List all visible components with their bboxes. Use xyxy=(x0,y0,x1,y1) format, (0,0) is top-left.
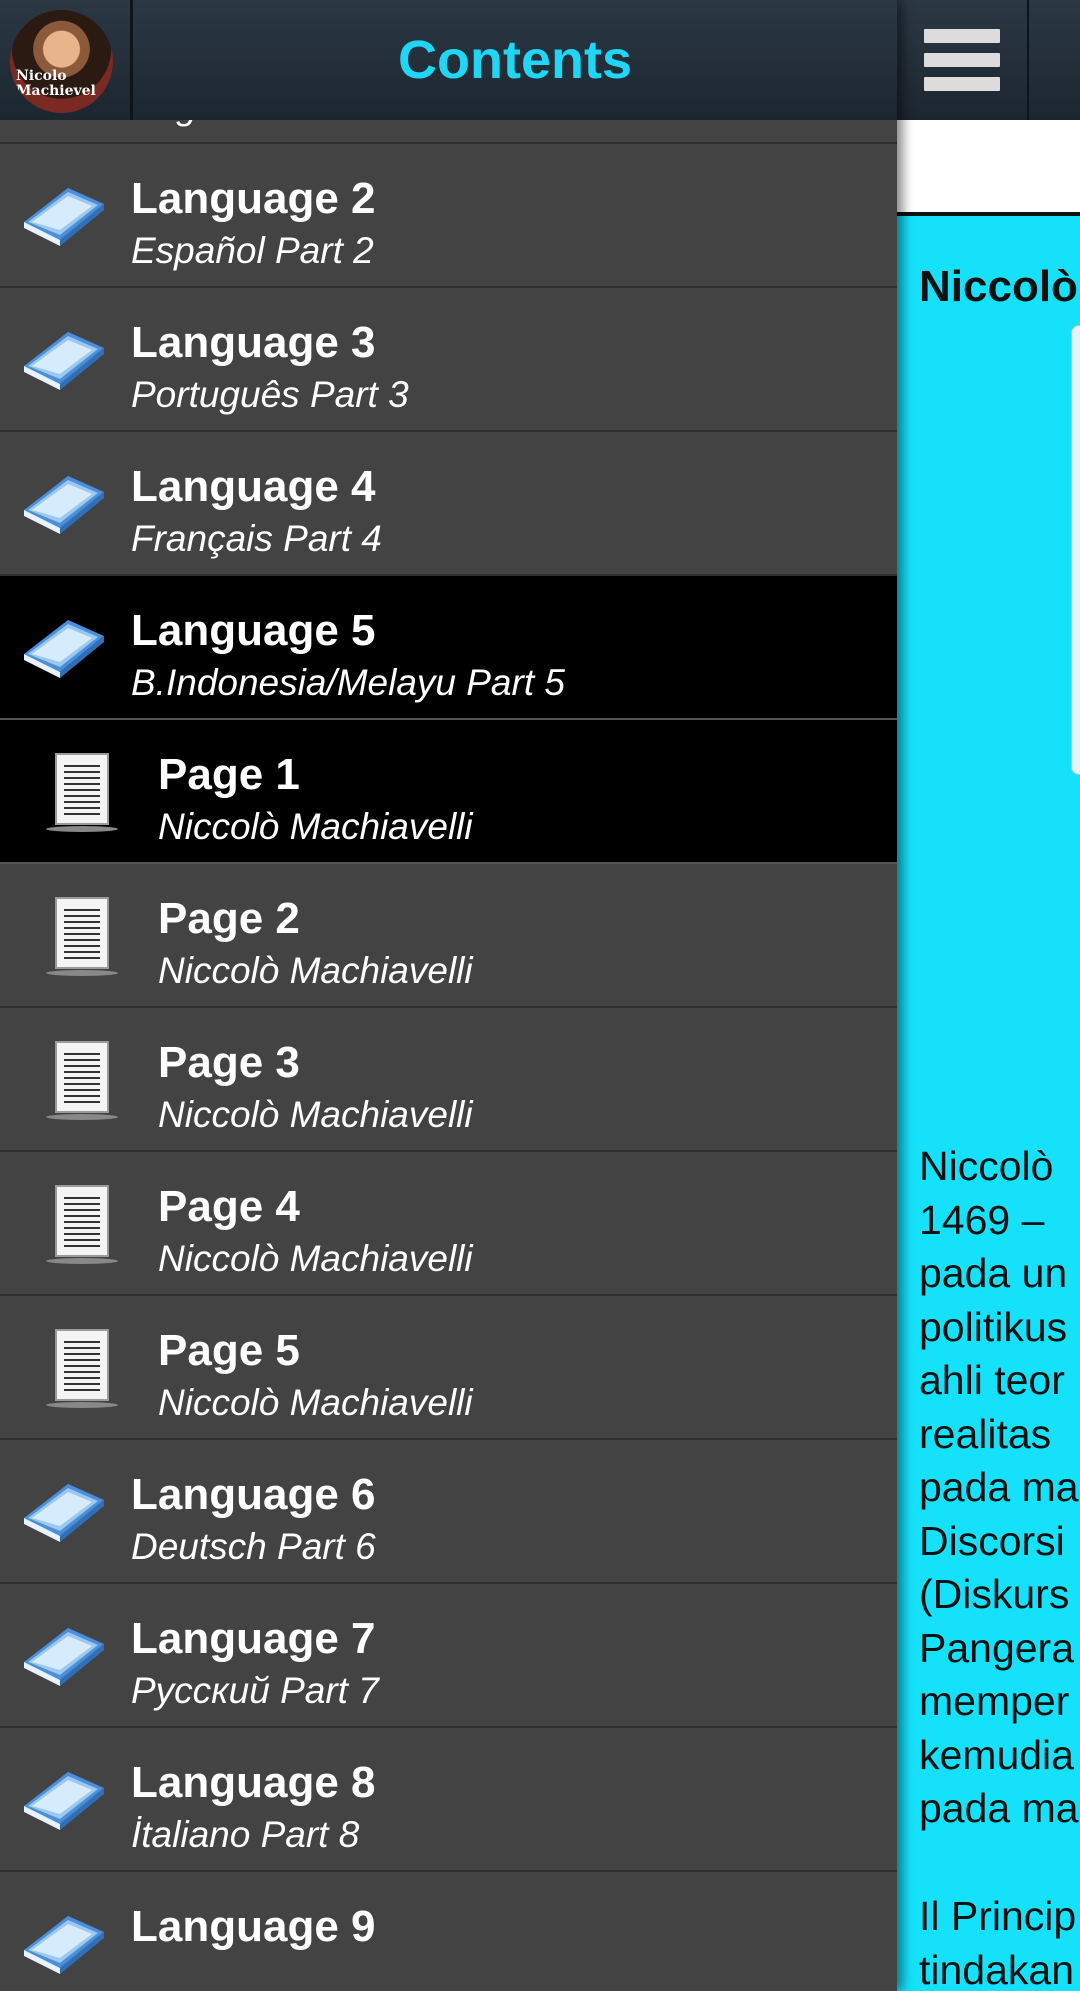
book-icon xyxy=(20,1622,106,1690)
language-item[interactable]: Language 7 Русский Part 7 xyxy=(0,1584,897,1728)
paragraph-line: Il Princip xyxy=(919,1893,1077,1939)
book-icon xyxy=(20,1478,106,1546)
book-icon xyxy=(20,326,106,394)
content-page: Niccolò Niccolò 1469 – pada un politikus ahl… xyxy=(897,0,1080,1991)
hamburger-menu-icon xyxy=(924,19,1000,101)
document-icon xyxy=(44,894,124,980)
item-title: Page 3 xyxy=(158,1038,300,1087)
document-icon xyxy=(44,1326,124,1412)
menu-button[interactable] xyxy=(897,0,1029,120)
paragraph-line: Discorsi xyxy=(919,1517,1065,1564)
avatar[interactable]: Nicolo Machievel xyxy=(10,10,113,113)
item-subtitle: İtaliano Part 8 xyxy=(131,1814,360,1855)
content-toolbar xyxy=(897,0,1080,120)
item-title: Page 4 xyxy=(158,1182,300,1231)
document-icon xyxy=(44,1038,124,1124)
paragraph-line: pada un xyxy=(919,1250,1068,1296)
item-title: Page 2 xyxy=(158,894,300,943)
item-subtitle: Français Part 4 xyxy=(131,518,382,559)
item-title: Language 4 xyxy=(131,462,376,511)
item-subtitle: B.Indonesia/Melayu Part 5 xyxy=(131,662,565,703)
page-item[interactable]: Page 5 Niccolò Machiavelli xyxy=(0,1296,897,1440)
item-title: Language 7 xyxy=(131,1614,376,1663)
paragraph-line: kemudia xyxy=(919,1731,1074,1778)
item-title: Language 3 xyxy=(131,318,376,367)
book-icon xyxy=(20,614,106,682)
paragraph-line: pada ma xyxy=(919,1464,1079,1510)
page-item[interactable]: Page 2 Niccolò Machiavelli xyxy=(0,864,897,1008)
item-subtitle: Niccolò Machiavelli xyxy=(158,1382,473,1423)
paragraph-line: realitas xyxy=(919,1410,1052,1457)
paragraph-line: 1469 – xyxy=(919,1196,1045,1243)
language-item[interactable]: Language 2 Español Part 2 xyxy=(0,144,897,288)
paragraph-line: Niccolò xyxy=(919,1143,1054,1189)
language-item[interactable]: Language 5 B.Indonesia/Melayu Part 5 xyxy=(0,576,897,720)
content-paragraph-1: Niccolò 1469 – pada un politikus ahli teor re… xyxy=(919,1140,1080,1836)
language-item[interactable]: Language 3 Português Part 3 xyxy=(0,288,897,432)
item-subtitle: Niccolò Machiavelli xyxy=(158,950,473,991)
language-item[interactable]: Language 4 Français Part 4 xyxy=(0,432,897,576)
item-title: Page 1 xyxy=(158,750,300,799)
drawer-header: Nicolo Machievel Contents xyxy=(0,0,897,120)
paragraph-line: ahli teor xyxy=(919,1357,1065,1403)
item-subtitle: Niccolò Machiavelli xyxy=(158,1094,473,1135)
item-title: Language 5 xyxy=(131,606,376,655)
item-subtitle: Русский Part 7 xyxy=(131,1670,379,1711)
language-item[interactable]: Language 9Part 9 عربي xyxy=(0,1872,897,1991)
language-item[interactable]: Language 8 İtaliano Part 8 xyxy=(0,1728,897,1872)
item-title: Language 2 xyxy=(131,174,376,223)
navigation-drawer: English Part 1 Language 2Español Part 2 … xyxy=(0,0,897,1991)
item-subtitle: Niccolò Machiavelli xyxy=(158,806,473,847)
portrait-image xyxy=(1071,325,1080,775)
content-paragraph-2: Il Princip tindakan xyxy=(919,1890,1080,1991)
paragraph-line: pada ma xyxy=(919,1785,1079,1831)
page-item[interactable]: Page 1 Niccolò Machiavelli xyxy=(0,720,897,864)
item-title: Language 8 xyxy=(131,1758,376,1807)
paragraph-line: tindakan xyxy=(919,1946,1075,1991)
page-title: Contents xyxy=(398,30,632,90)
book-icon xyxy=(20,470,106,538)
item-title: Page 5 xyxy=(158,1326,300,1375)
item-subtitle: Niccolò Machiavelli xyxy=(158,1238,473,1279)
language-item[interactable]: Language 6 Deutsch Part 6 xyxy=(0,1440,897,1584)
paragraph-line: politikus xyxy=(919,1303,1068,1350)
item-subtitle: Español Part 2 xyxy=(131,230,374,271)
item-title: Language 9 xyxy=(131,1902,376,1951)
page-item[interactable]: Page 3 Niccolò Machiavelli xyxy=(0,1008,897,1152)
item-subtitle: Deutsch Part 6 xyxy=(131,1526,376,1567)
page-item[interactable]: Page 4 Niccolò Machiavelli xyxy=(0,1152,897,1296)
document-icon xyxy=(44,750,124,836)
paragraph-line: memper xyxy=(919,1678,1070,1724)
paragraph-line: (Diskurs xyxy=(919,1571,1070,1617)
paragraph-line: Pangera xyxy=(919,1624,1075,1671)
document-icon xyxy=(44,1182,124,1268)
item-subtitle: Português Part 3 xyxy=(131,374,409,415)
book-icon xyxy=(20,1910,106,1978)
book-icon xyxy=(20,1766,106,1834)
book-icon xyxy=(20,182,106,250)
avatar-label: Nicolo Machievel xyxy=(16,68,96,99)
item-title: Language 6 xyxy=(131,1470,376,1519)
content-heading: Niccolò xyxy=(919,262,1078,311)
content-search-bar xyxy=(897,120,1080,216)
